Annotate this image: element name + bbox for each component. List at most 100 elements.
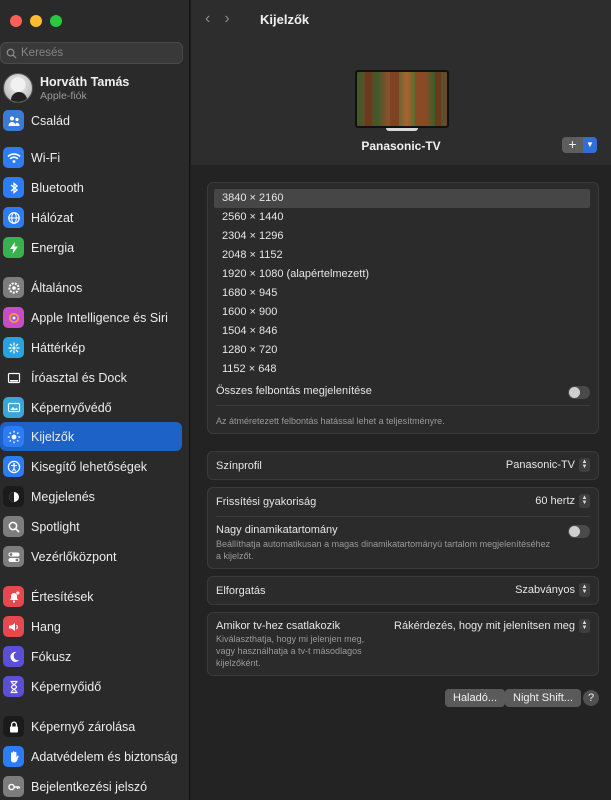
sidebar-item-label: Kisegítő lehetőségek (31, 459, 148, 474)
resolution-option[interactable]: 1152 × 648 (214, 360, 590, 379)
tv-connect-value: Rákérdezés, hogy mit jelenítsen meg (394, 620, 575, 632)
globe-icon (3, 207, 24, 228)
search-placeholder: Keresés (21, 47, 64, 59)
avatar (3, 73, 33, 103)
refresh-rate-select[interactable]: 60 hertz ▲ ▼ (535, 494, 590, 508)
sidebar-item-hand[interactable]: Adatvédelem és biztonság (0, 742, 182, 771)
resolution-panel: 3840 × 2160 2560 × 1440 2304 × 1296 2048 × … (207, 182, 599, 434)
lock-icon (3, 716, 24, 737)
resolution-option[interactable]: 2304 × 1296 (214, 227, 590, 246)
search-field[interactable]: Keresés (0, 42, 183, 64)
rotation-select[interactable]: Szabványos ▲ ▼ (515, 583, 590, 597)
hourglass-icon (3, 676, 24, 697)
display-stand (386, 128, 418, 131)
account-row[interactable]: Horváth Tamás Apple-fiók (3, 73, 129, 103)
sidebar-item-hourglass[interactable]: Képernyőidő (0, 672, 182, 701)
sidebar-item-label: Értesítések (31, 589, 94, 604)
sidebar-item-screensaver[interactable]: Képernyővédő (0, 393, 182, 422)
flower-icon (3, 337, 24, 358)
sidebar-item-siri[interactable]: Apple Intelligence és Siri (0, 303, 182, 332)
sidebar-item-speaker[interactable]: Hang (0, 612, 182, 641)
color-profile-label: Színprofil (216, 460, 262, 472)
resolution-option[interactable]: 3840 × 2160 (214, 189, 590, 208)
bell-icon (3, 586, 24, 607)
show-all-resolutions-label: Összes felbontás megjelenítése (216, 385, 372, 397)
sidebar-item-gear[interactable]: Általános (0, 273, 182, 302)
sidebar-item-sun[interactable]: Kijelzők (0, 422, 182, 451)
sidebar-item-moon[interactable]: Fókusz (0, 642, 182, 671)
sidebar-item-dock[interactable]: Íróasztal és Dock (0, 363, 182, 392)
sidebar-item-toggles[interactable]: Vezérlőközpont (0, 542, 182, 571)
rotation-value: Szabványos (515, 584, 575, 596)
magnifier-icon (3, 516, 24, 537)
refresh-rate-value: 60 hertz (535, 495, 575, 507)
key-icon (3, 776, 24, 797)
rotation-label: Elforgatás (216, 585, 266, 597)
sidebar-item-bell[interactable]: Értesítések (0, 582, 182, 611)
siri-icon (3, 307, 24, 328)
sidebar-item-label: Energia (31, 240, 75, 255)
appearance-icon (3, 486, 24, 507)
sidebar-item-label: Wi-Fi (31, 150, 61, 165)
display-thumbnail[interactable] (355, 70, 449, 128)
sidebar-item-magnifier[interactable]: Spotlight (0, 512, 182, 541)
tv-connect-panel: Amikor tv-hez csatlakozik Kiválaszthatja… (207, 612, 599, 676)
dock-icon (3, 367, 24, 388)
resolution-option[interactable]: 2048 × 1152 (214, 246, 590, 265)
plus-icon: + (568, 137, 577, 152)
hdr-description-line-2: a kijelzőt. (216, 551, 254, 561)
sidebar-item-label: Hálózat (31, 210, 74, 225)
window-controls (10, 15, 62, 27)
sidebar-item-battery[interactable]: Energia (0, 233, 182, 262)
sidebar-item-label: Bejelentkezési jelszó (31, 779, 148, 794)
sidebar-item-label: Képernyőidő (31, 679, 102, 694)
forward-arrow-icon[interactable]: › (224, 11, 229, 27)
sidebar: Keresés Horváth Tamás Apple-fiók Család W… (0, 0, 190, 800)
tv-connect-select[interactable]: Rákérdezés, hogy mit jelenítsen meg ▲ ▼ (394, 619, 590, 633)
sidebar-item-appearance[interactable]: Megjelenés (0, 482, 182, 511)
chevron-down-icon: ▼ (583, 137, 597, 153)
night-shift-button[interactable]: Night Shift... (505, 689, 581, 707)
sidebar-item-key[interactable]: Bejelentkezési jelszó (0, 772, 182, 800)
sidebar-item-family[interactable]: Család (0, 106, 182, 135)
color-profile-select[interactable]: Panasonic-TV ▲ ▼ (506, 458, 590, 472)
help-button[interactable]: ? (583, 690, 599, 706)
display-header: ‹ › Kijelzők Panasonic-TV + ▼ (191, 0, 611, 165)
sidebar-item-label: Általános (31, 280, 83, 295)
hdr-toggle[interactable] (568, 525, 590, 538)
minimize-window-button[interactable] (30, 15, 42, 27)
select-stepper-icon: ▲ ▼ (579, 619, 590, 633)
zoom-window-button[interactable] (50, 15, 62, 27)
sidebar-item-wifi[interactable]: Wi-Fi (0, 143, 182, 172)
divider (216, 516, 590, 517)
tv-connect-label: Amikor tv-hez csatlakozik (216, 620, 341, 632)
advanced-button[interactable]: Haladó... (445, 689, 506, 707)
resolution-option[interactable]: 1600 × 900 (214, 303, 590, 322)
add-display-button[interactable]: + ▼ (562, 137, 597, 153)
bluetooth-icon (3, 177, 24, 198)
sidebar-item-label: Hang (31, 619, 61, 634)
sidebar-item-flower[interactable]: Háttérkép (0, 333, 182, 362)
resolution-option[interactable]: 1504 × 846 (214, 322, 590, 341)
sidebar-item-lock[interactable]: Képernyő zárolása (0, 712, 182, 741)
back-arrow-icon[interactable]: ‹ (205, 11, 210, 27)
sidebar-item-label: Bluetooth (31, 180, 84, 195)
close-window-button[interactable] (10, 15, 22, 27)
show-all-resolutions-toggle[interactable] (568, 386, 590, 399)
resolution-option[interactable]: 1280 × 720 (214, 341, 590, 360)
user-subtitle: Apple-fiók (40, 89, 87, 102)
sidebar-item-globe[interactable]: Hálózat (0, 203, 182, 232)
resolution-option[interactable]: 2560 × 1440 (214, 208, 590, 227)
sidebar-item-label: Spotlight (31, 519, 80, 534)
resolution-option[interactable]: 1680 × 945 (214, 284, 590, 303)
resolution-option[interactable]: 1920 × 1080 (alapértelmezett) (214, 265, 590, 284)
family-icon (3, 110, 24, 131)
wifi-icon (3, 147, 24, 168)
history-nav: ‹ › (205, 11, 230, 27)
sidebar-item-bluetooth[interactable]: Bluetooth (0, 173, 182, 202)
sidebar-item-accessibility[interactable]: Kisegítő lehetőségek (0, 452, 182, 481)
rotation-panel: Elforgatás Szabványos ▲ ▼ (207, 576, 599, 605)
toggles-icon (3, 546, 24, 567)
accessibility-icon (3, 456, 24, 477)
sidebar-item-label: Képernyővédő (31, 400, 112, 415)
